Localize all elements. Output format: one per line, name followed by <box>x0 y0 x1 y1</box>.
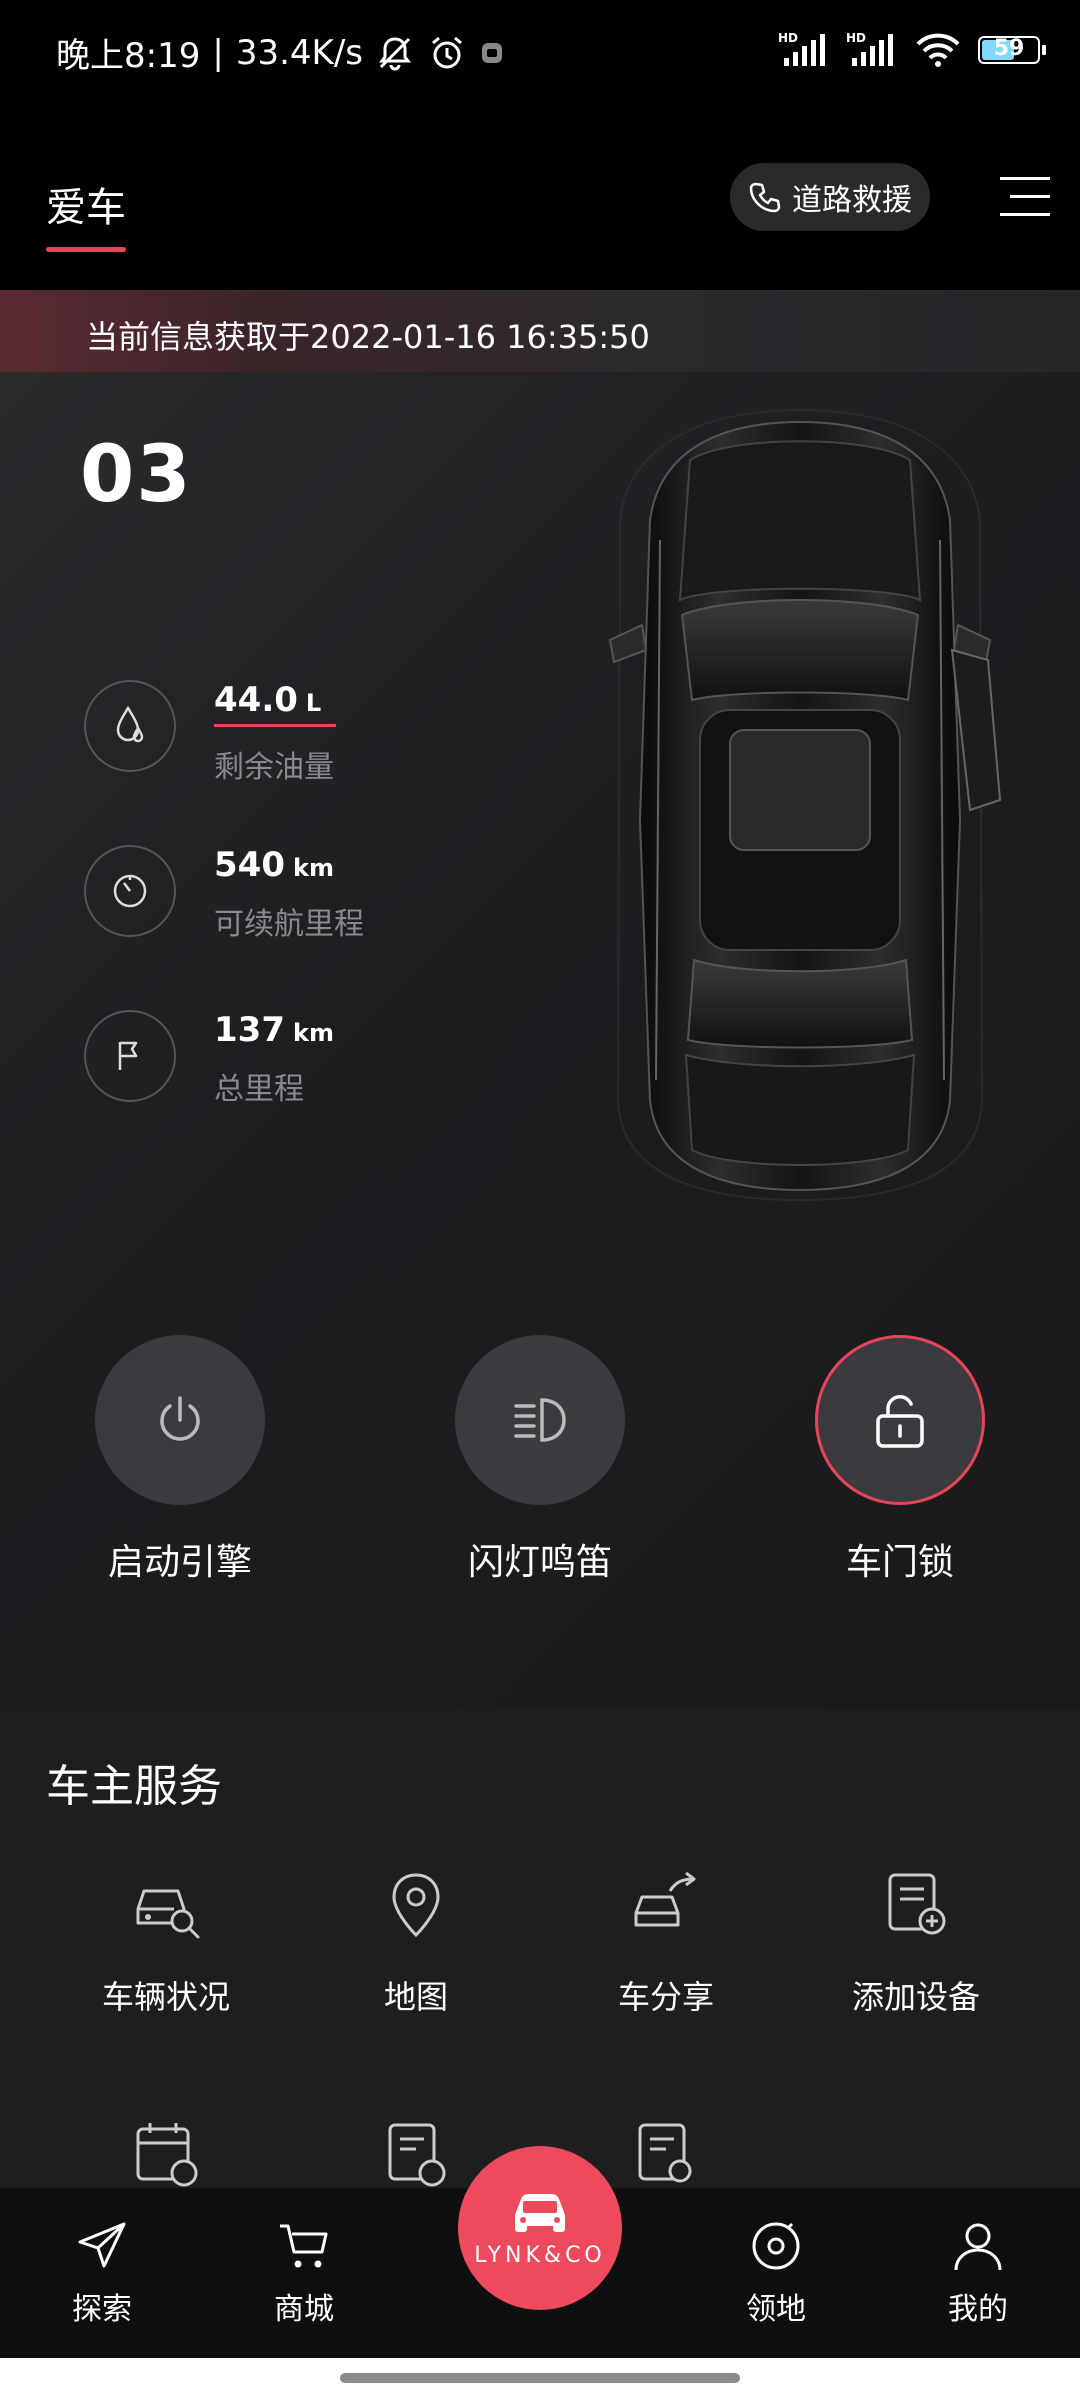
fuel-stat: 44.0 L 剩余油量 <box>84 680 484 800</box>
info-bar: 当前信息获取于2022-01-16 16:35:50 <box>0 290 1080 372</box>
user-icon <box>948 2216 1008 2276</box>
start-engine-label: 启动引擎 <box>107 1542 252 1583</box>
lynk-co-home-button[interactable]: LYNK&CO <box>458 2146 622 2310</box>
road-rescue-label: 道路救援 <box>792 183 912 218</box>
start-engine-button[interactable] <box>95 1335 265 1505</box>
status-right: HD HD 59 <box>778 30 1046 70</box>
mileage-label: 总里程 <box>214 1072 304 1107</box>
fuel-icon <box>84 680 176 772</box>
gesture-area <box>0 2358 1080 2400</box>
battery-icon: 59 <box>978 36 1046 64</box>
battery-level: 59 <box>993 36 1025 61</box>
fuel-label: 剩余油量 <box>214 750 334 785</box>
door-lock-control[interactable]: 车门锁 <box>800 1335 1000 1585</box>
fuel-value: 44.0 <box>214 680 298 720</box>
notification-dot-icon <box>479 40 505 66</box>
car-share-icon <box>621 1860 711 1950</box>
brand-logo-text: LYNK&CO <box>474 2242 606 2268</box>
car-top-view-image <box>590 400 1010 1220</box>
car-inspect-icon <box>121 1860 211 1950</box>
nav-explore-label: 探索 <box>72 2292 132 2327</box>
bottom-nav: 探索 商城 LYNK&CO 领地 我的 <box>0 2146 1080 2358</box>
headlight-icon <box>508 1390 572 1450</box>
fuel-underline <box>214 724 336 727</box>
unlock-icon <box>872 1390 928 1450</box>
document-wrench-icon <box>621 2110 711 2200</box>
home-indicator[interactable] <box>340 2373 740 2383</box>
range-stat: 540 km 可续航里程 <box>84 845 484 965</box>
owner-services: 车主服务 车辆状况 地图 车分享 添加设备 <box>0 1710 1080 2190</box>
service-add-device-label: 添加设备 <box>851 1978 980 2016</box>
service-calendar[interactable] <box>66 2110 266 2200</box>
flash-horn-label: 闪灯鸣笛 <box>467 1542 612 1583</box>
svg-text:HD: HD <box>778 31 798 45</box>
calendar-clock-icon <box>121 2110 211 2200</box>
tab-my-car[interactable]: 爱车 <box>46 175 126 233</box>
document-clock-icon <box>371 2110 461 2200</box>
flash-horn-button[interactable] <box>455 1335 625 1505</box>
phone-icon <box>748 180 782 214</box>
svg-text:HD: HD <box>846 31 866 45</box>
car-front-icon <box>505 2189 575 2237</box>
tab-indicator <box>46 247 126 252</box>
service-map[interactable]: 地图 <box>316 1860 516 2018</box>
cart-icon <box>274 2216 334 2276</box>
service-car-share-label: 车分享 <box>617 1978 714 2016</box>
status-left: 晚上8:19 | 33.4K/s <box>56 28 505 77</box>
power-icon <box>150 1390 210 1450</box>
fuel-unit: L <box>305 689 322 717</box>
road-rescue-button[interactable]: 道路救援 <box>730 163 930 231</box>
mileage-unit: km <box>292 1019 334 1047</box>
range-value: 540 <box>214 845 285 885</box>
nav-mall-label: 商城 <box>274 2292 334 2327</box>
signal-hd-icon-2: HD <box>846 30 898 70</box>
service-add-device[interactable]: 添加设备 <box>816 1860 1016 2018</box>
send-arrow-icon <box>72 2216 132 2276</box>
services-title: 车主服务 <box>46 1761 222 1812</box>
door-lock-label: 车门锁 <box>845 1542 954 1583</box>
nav-territory-label: 领地 <box>746 2292 806 2327</box>
add-device-icon <box>871 1860 961 1950</box>
location-pin-icon <box>371 1860 461 1950</box>
alarm-icon <box>427 33 467 73</box>
signal-hd-icon: HD <box>778 30 830 70</box>
door-lock-button[interactable] <box>815 1335 985 1505</box>
range-label: 可续航里程 <box>214 907 364 942</box>
status-time: 晚上8:19 <box>56 36 201 76</box>
range-gauge-icon <box>84 845 176 937</box>
flash-horn-control[interactable]: 闪灯鸣笛 <box>440 1335 640 1585</box>
status-bar: 晚上8:19 | 33.4K/s HD HD 59 <box>0 0 1080 105</box>
mileage-value: 137 <box>214 1010 285 1050</box>
vehicle-model: 03 <box>80 430 193 520</box>
nav-mall[interactable]: 商城 <box>244 2216 364 2328</box>
header: 爱车 道路救援 <box>0 105 1080 290</box>
service-car-share[interactable]: 车分享 <box>566 1860 766 2018</box>
mileage-stat: 137 km 总里程 <box>84 1010 484 1130</box>
vehicle-card: 当前信息获取于2022-01-16 16:35:50 03 44.0 L 剩余油量… <box>0 290 1080 1710</box>
wifi-icon <box>914 30 962 70</box>
territory-icon <box>746 2216 806 2276</box>
range-unit: km <box>292 854 334 882</box>
service-vehicle-status[interactable]: 车辆状况 <box>66 1860 266 2018</box>
start-engine-control[interactable]: 启动引擎 <box>80 1335 280 1585</box>
info-update-time: 当前信息获取于2022-01-16 16:35:50 <box>86 318 650 356</box>
nav-territory[interactable]: 领地 <box>716 2216 836 2328</box>
service-map-label: 地图 <box>383 1978 448 2016</box>
status-net-speed: 33.4K/s <box>235 32 363 73</box>
menu-icon[interactable] <box>1000 175 1050 219</box>
service-vehicle-status-label: 车辆状况 <box>101 1978 230 2016</box>
nav-explore[interactable]: 探索 <box>42 2216 162 2328</box>
flag-icon <box>84 1010 176 1102</box>
nav-me-label: 我的 <box>948 2292 1008 2327</box>
nav-me[interactable]: 我的 <box>918 2216 1038 2328</box>
mute-icon <box>375 33 415 73</box>
